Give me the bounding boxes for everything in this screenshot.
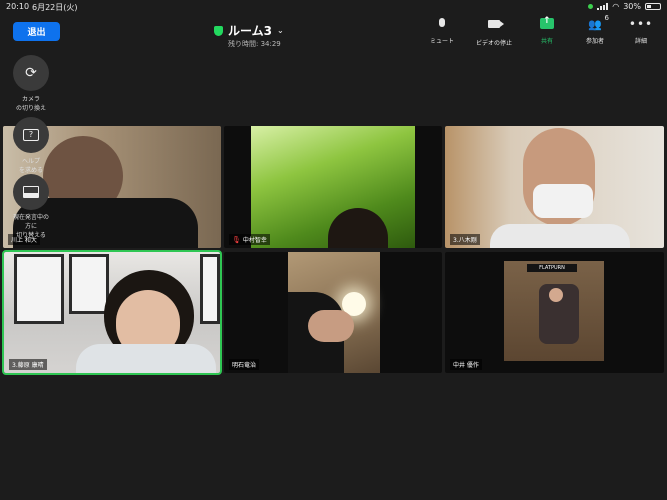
participants-button[interactable]: 👥 6 参加者 [570, 14, 620, 45]
shield-icon [214, 25, 223, 36]
battery-icon [645, 3, 661, 10]
leave-button[interactable]: 退出 [13, 22, 60, 41]
stop-video-label: ビデオの停止 [475, 40, 512, 47]
window-frame [69, 254, 109, 314]
share-screen-icon [540, 16, 554, 29]
microphone-icon [439, 18, 445, 27]
status-right: ◠ 30% [588, 2, 661, 11]
face-mask [533, 184, 593, 218]
room-title-dropdown[interactable]: ルーム3 ⌄ [214, 22, 284, 39]
remaining-time: 残り時間: 34:29 [228, 40, 281, 48]
participant-name: 🎙 中村智幸 [229, 234, 270, 245]
mute-button[interactable]: ミュート [417, 18, 467, 45]
signal-icon [597, 3, 609, 10]
participants-icon: 👥 [588, 18, 602, 31]
participant-name: 中井 優作 [450, 359, 482, 370]
participant-name: 3.八木剛 [450, 234, 480, 245]
switch-camera-label: カメラ の切り換え [15, 96, 46, 112]
switch-to-speaker-view-button[interactable] [13, 174, 49, 210]
window-frame [14, 254, 64, 324]
share-button[interactable]: 共有 [522, 16, 572, 45]
ask-for-help-button[interactable]: ? [13, 117, 49, 153]
participant-name: 3.藤原 康晴 [9, 359, 47, 370]
share-label: 共有 [540, 38, 553, 45]
ask-for-help-label: ヘルプ を求める [18, 158, 43, 174]
video-tile-akashi[interactable]: 明石竜治 [224, 252, 442, 373]
participants-label: 参加者 [585, 38, 604, 45]
window-frame [200, 254, 220, 324]
more-label: 詳細 [634, 38, 647, 45]
video-camera-icon [488, 20, 504, 28]
grid-view-icon [23, 186, 39, 198]
person-shirt [490, 224, 630, 248]
video-tile-yagi[interactable]: 3.八木剛 [445, 126, 664, 248]
status-bar: 20:10 6月22日(火) ◠ 30% [0, 0, 667, 14]
video-tile-nakamura[interactable]: 🎙 中村智幸 [224, 126, 442, 248]
more-dots-icon: ••• [628, 17, 654, 31]
video-tile-fujiwara[interactable]: 3.藤原 康晴 [2, 250, 222, 375]
muted-microphone-icon: 🎙 [232, 235, 241, 244]
person-shirt [76, 344, 216, 373]
participants-count: 6 [604, 14, 609, 22]
switch-to-speaker-view-label: 現在発言中の 方に 切り替える [12, 214, 49, 239]
person-face [308, 310, 354, 342]
camera-in-use-indicator [588, 4, 594, 9]
person-face [549, 288, 563, 302]
video-tile-nakai[interactable]: FLATPURN 中井 優作 [445, 252, 664, 373]
mute-label: ミュート [429, 38, 454, 45]
chevron-down-icon: ⌄ [277, 26, 284, 35]
help-icon: ? [23, 129, 39, 141]
wifi-icon: ◠ [612, 2, 620, 11]
battery-percent: 30% [623, 2, 641, 11]
more-button[interactable]: ••• 詳細 [616, 18, 666, 45]
stop-video-button[interactable]: ビデオの停止 [469, 18, 519, 47]
switch-camera-button[interactable]: ⟳ [13, 55, 49, 91]
status-time: 20:10 [6, 2, 30, 11]
poster-sign: FLATPURN [527, 264, 577, 272]
participant-name: 明石竜治 [229, 359, 260, 370]
room-title: ルーム3 [228, 24, 272, 38]
status-date: 6月22日(火) [32, 3, 78, 12]
camera-rotate-icon: ⟳ [25, 65, 37, 81]
battery-level [647, 5, 651, 8]
